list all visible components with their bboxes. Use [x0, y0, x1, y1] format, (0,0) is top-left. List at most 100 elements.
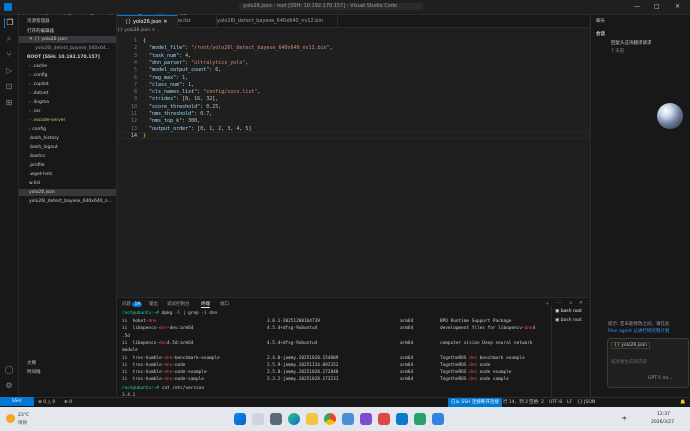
timeline-section[interactable]: 时间线: [27, 369, 41, 375]
tab-problems[interactable]: 问题 19: [122, 301, 143, 307]
tree-item[interactable]: .bash_history: [29, 136, 59, 141]
status-language[interactable]: {} JSON: [577, 398, 595, 407]
terminal-highlight: dnn: [469, 355, 478, 361]
tree-item[interactable]: › .lingma: [29, 100, 49, 105]
terminal-item[interactable]: ▣ bash root: [555, 309, 582, 314]
tree-item[interactable]: .bash_logout: [29, 145, 58, 150]
open-editor-item[interactable]: ✕ {} yolo26.json: [29, 37, 67, 42]
root-folder-section[interactable]: ROOT [SSH: 10.192.170.157]: [27, 55, 100, 60]
tree-item[interactable]: yolo26.json: [29, 190, 55, 195]
app-icon[interactable]: [414, 413, 426, 425]
chat-input-placeholder[interactable]: 描述要生成的内容: [611, 359, 647, 365]
visual-studio-icon[interactable]: [360, 413, 372, 425]
chat-tab[interactable]: 聊天: [596, 18, 605, 24]
tree-item[interactable]: .wget-hsts: [29, 172, 52, 177]
terminal-text: ii tros-humble-: [122, 355, 165, 361]
maximize-button[interactable]: □: [654, 3, 660, 10]
tree-item[interactable]: › .dotnet: [29, 91, 48, 96]
weather-icon[interactable]: [6, 414, 15, 423]
start-menu-icon[interactable]: [234, 413, 246, 425]
code-line: "cls_names_list": "config/coco.list",: [149, 89, 260, 95]
chat-input-box[interactable]: {} yolo26.json 描述要生成的内容 GPT-5 mi...: [607, 338, 689, 388]
terminal-item[interactable]: ▣ bash root: [555, 318, 582, 323]
status-eol[interactable]: LF: [567, 398, 572, 407]
line-number: 4: [133, 59, 137, 66]
task-view-icon[interactable]: [270, 413, 282, 425]
status-indentation[interactable]: 空格: 2: [529, 398, 544, 407]
open-editors-section[interactable]: 打开的编辑器: [27, 28, 54, 34]
code-token: "output_order": [149, 125, 192, 132]
window-title[interactable]: yolo26.json - root [SSH: 10.192.170.157]…: [239, 3, 423, 10]
search-icon[interactable]: [252, 413, 264, 425]
breadcrumb[interactable]: {} yolo26.json > ...: [117, 28, 161, 33]
minimize-button[interactable]: —: [634, 3, 640, 10]
status-problems[interactable]: ⊗ 0 △ 0: [38, 398, 55, 407]
terminal-highlight: dnn: [524, 326, 533, 332]
terminal-text: .5d: [122, 333, 130, 339]
code-token: "score_threshold": [149, 103, 201, 110]
file-explorer-icon[interactable]: [306, 413, 318, 425]
tree-item[interactable]: .bashrc: [29, 154, 45, 159]
settings-gear-icon[interactable]: ⚙: [4, 381, 14, 391]
vscode-taskbar-icon[interactable]: [396, 413, 408, 425]
tree-item[interactable]: yolo26l_detect_bayese_640x640_n...: [29, 199, 112, 204]
add-terminal-icon[interactable]: ＋: [545, 301, 550, 307]
terminal-command-line: root@ubuntu:~# cat /etc/version: [122, 386, 204, 391]
code-editor[interactable]: 1 {2 "model_file": "/root/yolo26l_detect_b…: [117, 34, 589, 296]
tree-item[interactable]: w.list: [29, 181, 40, 186]
tree-item[interactable]: › .config: [29, 73, 47, 78]
tab-output[interactable]: 输出: [149, 301, 158, 307]
run-debug-icon[interactable]: ▷: [4, 66, 14, 76]
open-editor-item[interactable]: yolo26l_detect_bayese_640x64...: [35, 46, 110, 51]
remote-explorer-icon[interactable]: ⊡: [4, 82, 14, 92]
close-icon[interactable]: ✕: [163, 19, 167, 25]
session-item[interactable]: 回复头这块翻译请求: [611, 40, 652, 46]
tab-label: yolo26l_detect_bayese_640x640_nv12.bin: [217, 18, 324, 24]
tree-item-label: w.list: [29, 181, 41, 186]
close-button[interactable]: ✕: [675, 3, 680, 10]
tab-model-bin[interactable]: yolo26l_detect_bayese_640x640_nv12.bin: [209, 15, 338, 27]
tree-item[interactable]: › .ros: [29, 109, 41, 114]
remote-indicator[interactable]: SSH: 10.192.170.157: [0, 397, 36, 413]
terminal-text: ii libopencv-: [122, 326, 160, 332]
app-icon[interactable]: [378, 413, 390, 425]
explorer-icon[interactable]: ❐: [4, 18, 15, 28]
tree-item[interactable]: .profile: [29, 163, 45, 168]
account-icon[interactable]: ◯: [4, 365, 14, 375]
tab-terminal[interactable]: 终端: [201, 301, 210, 308]
extensions-icon[interactable]: ⊞: [4, 98, 14, 108]
notifications-icon[interactable]: 🔔: [680, 398, 686, 407]
terminal-list: ▣ bash root ▣ bash root: [551, 306, 590, 397]
tree-item[interactable]: › config: [29, 127, 46, 132]
tab-ports[interactable]: 端口: [220, 301, 229, 307]
status-remote-warning[interactable]: 已从 SSH 连接断开连接: [448, 398, 502, 407]
clock-date[interactable]: 2026/3/27: [651, 420, 674, 425]
status-ports[interactable]: ⊕ 0: [64, 398, 72, 407]
status-cursor-position[interactable]: 行 14，列 2: [503, 398, 528, 407]
app-icon[interactable]: [342, 413, 354, 425]
search-icon[interactable]: ⌕: [4, 34, 14, 44]
weather-temp[interactable]: 23°C: [18, 413, 29, 418]
edge-browser-icon[interactable]: [288, 413, 300, 425]
model-selector[interactable]: GPT-5 mi...: [648, 376, 672, 381]
status-encoding[interactable]: UTF-8: [549, 398, 562, 407]
clock-time[interactable]: 12:37: [657, 412, 670, 417]
input-language-indicator[interactable]: 中: [622, 416, 627, 422]
tree-item[interactable]: › .cache: [29, 64, 47, 69]
tree-item[interactable]: › .vscode-server: [29, 118, 65, 123]
app-icon[interactable]: [432, 413, 444, 425]
chrome-icon[interactable]: [324, 413, 336, 425]
terminal-text: dnn: [159, 326, 167, 332]
terminal-text: ii libopencv-: [122, 340, 160, 346]
chat-tip-link[interactable]: Plan agent 以进行研究和计划: [608, 328, 669, 334]
outline-section[interactable]: 大纲: [27, 360, 36, 366]
tree-item[interactable]: › .copilot: [29, 82, 49, 87]
code-line: "model_output_count": 6,: [149, 67, 221, 73]
tree-item-label: .config: [32, 73, 48, 78]
file-chip[interactable]: {} yolo26.json: [611, 342, 650, 349]
terminal-text: dnn4: [525, 326, 536, 331]
terminal-text: node example: [477, 370, 512, 376]
tab-debug-console[interactable]: 调试控制台: [167, 301, 190, 307]
tab-yolo26-json[interactable]: {} yolo26.json ✕: [117, 15, 178, 28]
source-control-icon[interactable]: ⑂: [4, 50, 14, 60]
